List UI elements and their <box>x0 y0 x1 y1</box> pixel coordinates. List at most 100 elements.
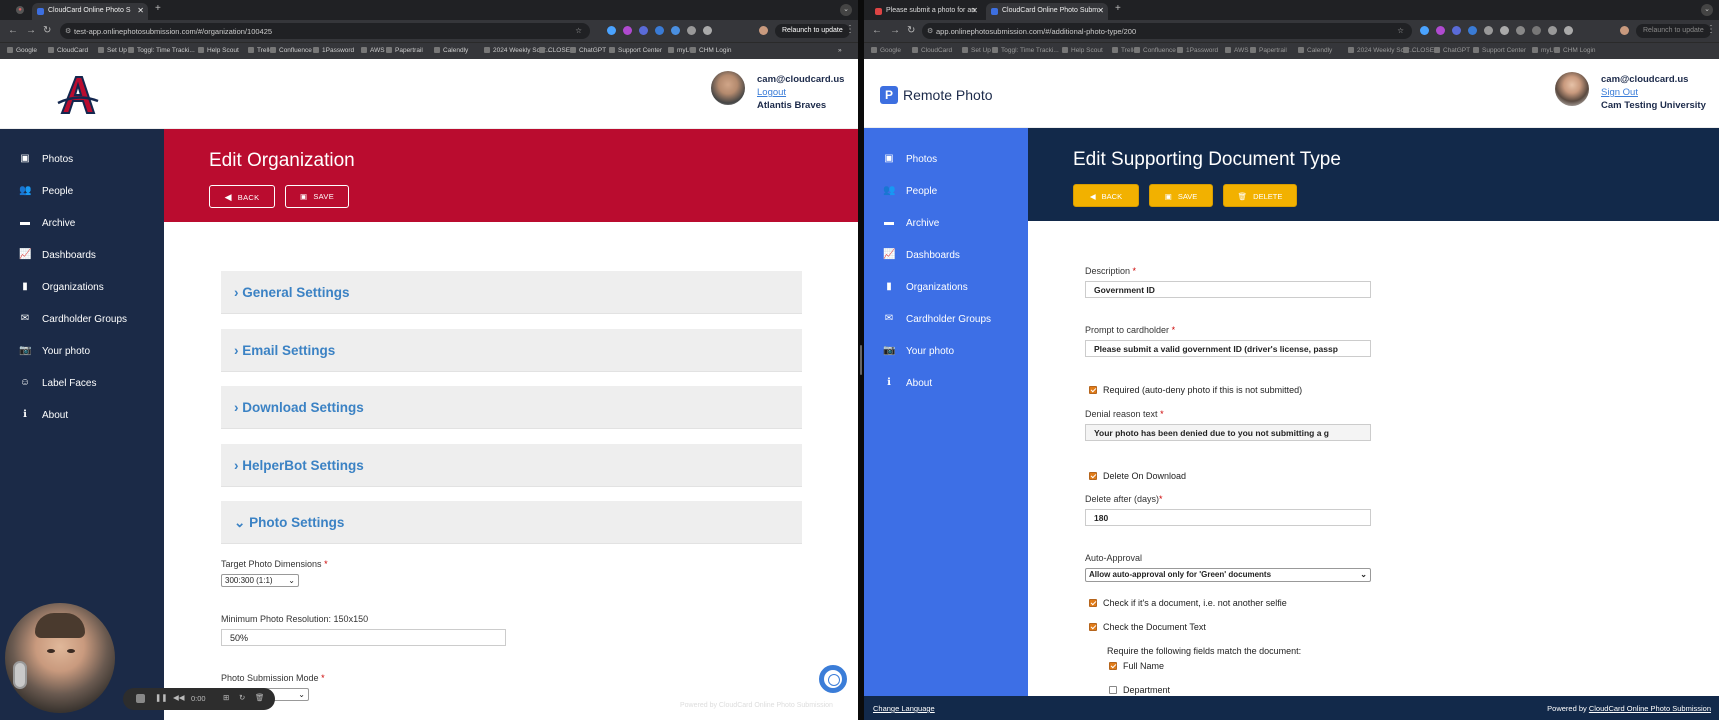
bookmark-item[interactable]: 1Password <box>1177 47 1218 54</box>
extension-icon[interactable] <box>671 26 680 35</box>
star-icon[interactable]: ☆ <box>1397 26 1404 35</box>
extension-icon[interactable] <box>623 26 632 35</box>
relaunch-button[interactable]: Relaunch to update <box>1636 24 1711 38</box>
sidebar-item-label-faces[interactable]: ☺ Label Faces <box>0 374 164 394</box>
sidebar-item-cardholder-groups[interactable]: ✉ Cardholder Groups <box>0 310 164 330</box>
bookmark-item[interactable]: Confluence <box>1134 47 1176 54</box>
back-arrow-icon[interactable]: ← <box>8 25 18 36</box>
site-info-icon[interactable]: ⚙ <box>927 27 933 35</box>
bookmark-item[interactable]: Help Scout <box>1062 47 1103 54</box>
full-name-checkbox[interactable] <box>1109 662 1117 670</box>
sidebar-item-people[interactable]: 👥 People <box>0 182 164 202</box>
bookmark-item[interactable]: 1Password <box>313 47 354 54</box>
sidebar-item-about[interactable]: ℹ About <box>864 374 1028 394</box>
star-icon[interactable]: ☆ <box>575 26 582 35</box>
bookmark-item[interactable]: Google <box>7 47 37 54</box>
delete-on-download-checkbox[interactable] <box>1089 472 1097 480</box>
extension-icon[interactable] <box>1516 26 1525 35</box>
signout-link[interactable]: Sign Out <box>1601 86 1706 99</box>
bookmark-item[interactable]: Toggl: Time Tracki... <box>128 47 195 54</box>
new-tab-icon[interactable]: + <box>1115 3 1121 14</box>
tab-search-icon[interactable]: ⌄ <box>1701 4 1713 16</box>
reload-icon[interactable]: ↻ <box>43 25 51 36</box>
check-document-checkbox[interactable] <box>1089 599 1097 607</box>
target-dimensions-select[interactable]: 300:300 (1:1) ⌄ <box>221 574 299 587</box>
section-helperbot-settings[interactable]: › HelperBot Settings <box>221 444 802 487</box>
bookmark-item[interactable]: ChatGPT <box>570 47 606 54</box>
description-input[interactable]: Government ID <box>1085 281 1371 298</box>
sidebar-item-organizations[interactable]: ▮ Organizations <box>864 278 1028 298</box>
trash-icon[interactable]: 🗑 <box>255 693 265 702</box>
logout-link[interactable]: Logout <box>757 86 844 99</box>
bookmark-item[interactable]: Toggl: Time Tracki... <box>992 47 1059 54</box>
section-email-settings[interactable]: › Email Settings <box>221 329 802 372</box>
bookmark-item[interactable]: Set Up <box>98 47 127 54</box>
required-checkbox[interactable] <box>1089 386 1097 394</box>
sidebar-item-organizations[interactable]: ▮ Organizations <box>0 278 164 298</box>
forward-arrow-icon[interactable]: → <box>890 25 900 36</box>
profile-avatar-icon[interactable] <box>759 26 768 35</box>
tab-close-icon[interactable]: ✕ <box>971 6 978 15</box>
braves-logo[interactable] <box>54 71 102 119</box>
bookmark-item[interactable]: Papertrail <box>386 47 423 54</box>
check-text-checkbox[interactable] <box>1089 623 1097 631</box>
avatar[interactable] <box>1555 72 1589 106</box>
window-close-icon[interactable]: ● <box>16 6 24 14</box>
section-photo-settings[interactable]: ⌄ Photo Settings <box>221 501 802 544</box>
bookmark-item[interactable]: Support Center <box>609 47 662 54</box>
bookmark-item[interactable]: ChatGPT <box>1434 47 1470 54</box>
bookmark-item[interactable]: Set Up <box>962 47 991 54</box>
bookmark-item[interactable]: CHM Login <box>690 47 732 54</box>
extension-icon[interactable] <box>655 26 664 35</box>
extension-icon[interactable] <box>639 26 648 35</box>
extension-icon[interactable] <box>1484 26 1493 35</box>
extension-icon[interactable] <box>1564 26 1573 35</box>
bookmark-item[interactable]: AWS <box>1225 47 1249 54</box>
grid-icon[interactable]: ⊞ <box>223 693 229 702</box>
stop-icon[interactable] <box>136 694 145 703</box>
tab-cloudcard[interactable]: CloudCard Online Photo S ✕ <box>32 3 148 20</box>
sidebar-item-archive[interactable]: ▬ Archive <box>0 214 164 234</box>
help-lifebuoy-icon[interactable] <box>819 665 847 693</box>
tab-search-icon[interactable]: ⌄ <box>840 4 852 16</box>
extension-icon[interactable] <box>1532 26 1541 35</box>
min-resolution-input[interactable]: 50% <box>221 629 506 646</box>
extension-icon[interactable] <box>1500 26 1509 35</box>
bookmark-item[interactable]: CHM Login <box>1554 47 1596 54</box>
extension-icon[interactable] <box>1452 26 1461 35</box>
extension-icon[interactable] <box>703 26 712 35</box>
menu-icon[interactable]: ⋮ <box>845 24 855 35</box>
bookmark-item[interactable]: CloudCard <box>912 47 952 54</box>
denial-input[interactable]: Your photo has been denied due to you no… <box>1085 424 1371 441</box>
sidebar-item-dashboards[interactable]: 📈 Dashboards <box>0 246 164 266</box>
bookmark-item[interactable]: Support Center <box>1473 47 1526 54</box>
bookmark-item[interactable]: CloudCard <box>48 47 88 54</box>
extension-icon[interactable] <box>607 26 616 35</box>
bookmarks-more-icon[interactable]: » <box>838 47 842 54</box>
bookmark-item[interactable]: Google <box>871 47 901 54</box>
save-button[interactable]: ▣ SAVE <box>285 185 349 208</box>
sidebar-item-people[interactable]: 👥 People <box>864 182 1028 202</box>
profile-avatar-icon[interactable] <box>1620 26 1629 35</box>
reload-icon[interactable]: ↻ <box>907 25 915 36</box>
extension-icon[interactable] <box>1436 26 1445 35</box>
auto-approval-select[interactable]: Allow auto-approval only for 'Green' doc… <box>1085 568 1371 582</box>
rewind-icon[interactable]: ◀◀ <box>173 693 185 702</box>
department-checkbox[interactable] <box>1109 686 1117 694</box>
back-button[interactable]: ◀ BACK <box>1073 184 1139 207</box>
address-bar[interactable]: ⚙ test-app.onlinephotosubmission.com/#/o… <box>60 23 590 39</box>
extension-icon[interactable] <box>687 26 696 35</box>
avatar[interactable] <box>711 71 745 105</box>
bookmark-item[interactable]: Calendly <box>434 47 468 54</box>
sidebar-item-photos[interactable]: ▣ Photos <box>0 150 164 170</box>
delete-button[interactable]: 🗑 DELETE <box>1223 184 1297 207</box>
extension-icon[interactable] <box>1420 26 1429 35</box>
restart-icon[interactable]: ↻ <box>239 693 245 702</box>
sidebar-item-your-photo[interactable]: 📷 Your photo <box>864 342 1028 362</box>
section-download-settings[interactable]: › Download Settings <box>221 386 802 429</box>
sidebar-item-dashboards[interactable]: 📈 Dashboards <box>864 246 1028 266</box>
prompt-input[interactable]: Please submit a valid government ID (dri… <box>1085 340 1371 357</box>
new-tab-icon[interactable]: + <box>155 3 161 14</box>
bookmark-item[interactable]: Papertrail <box>1250 47 1287 54</box>
bookmark-item[interactable]: CLOSE <box>1403 47 1434 54</box>
